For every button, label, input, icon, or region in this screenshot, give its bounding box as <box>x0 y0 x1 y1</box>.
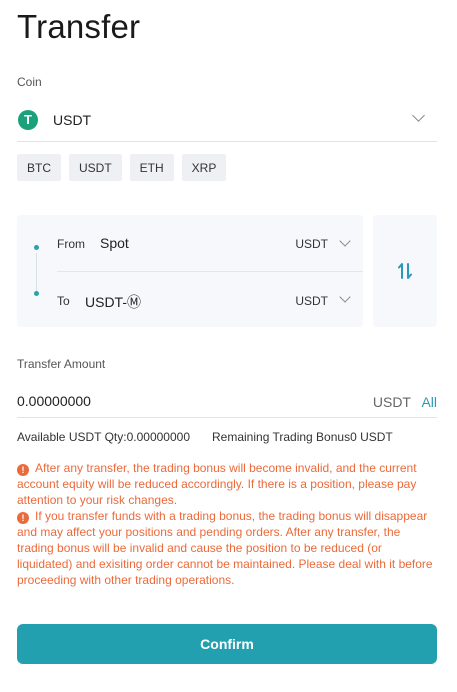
divider <box>57 271 363 272</box>
chevron-down-icon <box>339 291 351 303</box>
transfer-accounts-panel: From Spot USDT To USDT-Ⓜ USDT <box>17 215 363 327</box>
coin-label: Coin <box>17 75 42 89</box>
chip-eth[interactable]: ETH <box>129 154 174 181</box>
to-dot-icon <box>34 291 39 296</box>
chevron-down-icon <box>339 235 351 247</box>
chip-usdt[interactable]: USDT <box>69 154 122 181</box>
transfer-amount-label: Transfer Amount <box>17 357 106 371</box>
coin-quick-picks: BTC USDT ETH XRP <box>17 154 227 181</box>
swap-vertical-icon <box>398 263 412 279</box>
to-account-value: USDT-Ⓜ <box>85 294 141 310</box>
from-dot-icon <box>34 245 39 250</box>
warning-icon: ! <box>17 512 29 524</box>
available-qty: Available USDT Qty:0.00000000 <box>17 430 190 444</box>
warning-text: After any transfer, the trading bonus wi… <box>17 461 417 507</box>
from-account-value: Spot <box>100 235 129 251</box>
warning-text: If you transfer funds with a trading bon… <box>17 509 433 587</box>
risk-warnings: ! After any transfer, the trading bonus w… <box>17 460 437 588</box>
warning-item: ! If you transfer funds with a trading bo… <box>17 508 437 588</box>
chevron-down-icon <box>412 109 425 122</box>
confirm-button[interactable]: Confirm <box>17 624 437 664</box>
page-title: Transfer <box>17 8 141 45</box>
usdt-logo-icon: T <box>18 109 38 130</box>
to-coin: USDT <box>295 294 328 308</box>
to-label: To <box>57 294 70 308</box>
all-button[interactable]: All <box>421 394 437 410</box>
transfer-amount-input[interactable] <box>17 393 317 409</box>
connector-line <box>36 253 37 291</box>
remaining-bonus: Remaining Trading Bonus0 USDT <box>212 430 393 444</box>
swap-accounts-button[interactable] <box>373 215 437 327</box>
from-label: From <box>57 237 85 251</box>
warning-item: ! After any transfer, the trading bonus w… <box>17 460 437 508</box>
amount-unit: USDT <box>372 394 411 410</box>
coin-select[interactable]: T USDT <box>17 98 437 142</box>
balance-info: Available USDT Qty:0.00000000 Remaining T… <box>17 430 437 444</box>
coin-selected-name: USDT <box>53 111 92 128</box>
from-coin: USDT <box>295 237 328 251</box>
transfer-amount-field: USDT All <box>17 386 437 418</box>
chip-btc[interactable]: BTC <box>17 154 61 181</box>
warning-icon: ! <box>17 464 29 476</box>
chip-xrp[interactable]: XRP <box>181 154 227 181</box>
